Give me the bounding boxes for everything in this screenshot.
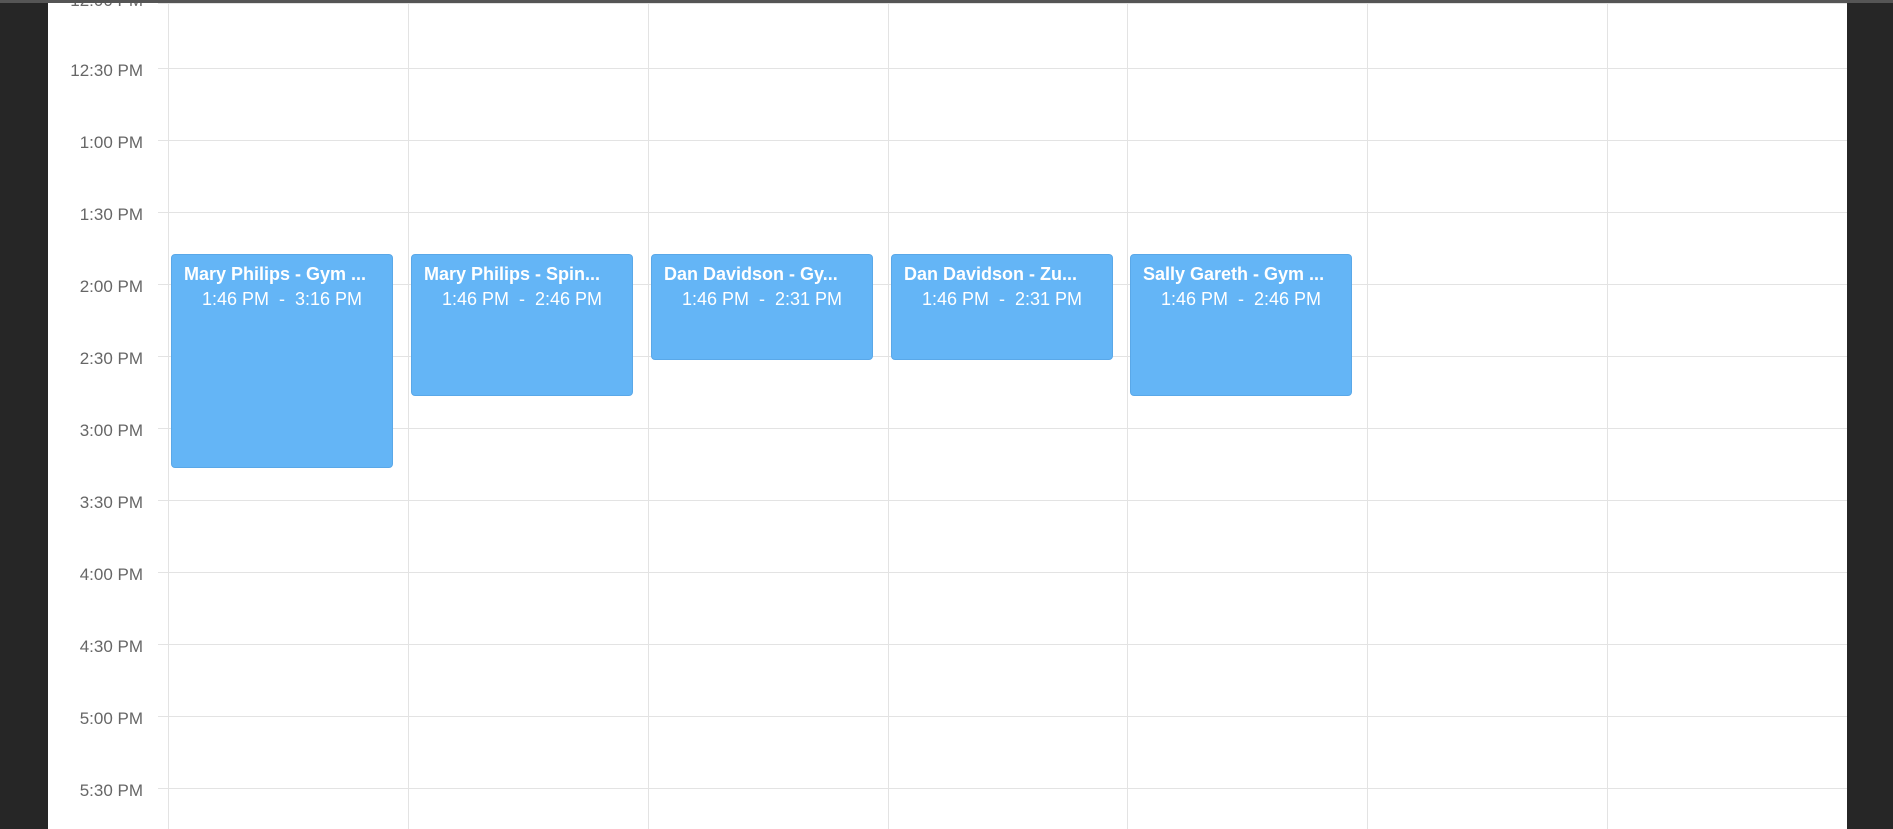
calendar-event[interactable]: Mary Philips - Gym ... 1:46 PM - 3:16 PM	[171, 254, 393, 468]
time-label: 3:30 PM	[79, 493, 143, 512]
grid-line-horizontal	[158, 68, 1847, 69]
grid-line-horizontal	[158, 140, 1847, 141]
grid-line-horizontal	[158, 3, 1847, 4]
time-label: 12:00 PM	[48, 3, 143, 11]
time-label: 5:30 PM	[79, 781, 143, 800]
grid-line-horizontal	[158, 644, 1847, 645]
time-label: 5:00 PM	[79, 709, 143, 728]
grid-line-horizontal	[158, 428, 1847, 429]
time-label: 1:30 PM	[79, 205, 143, 224]
time-label: 2:00 PM	[79, 277, 143, 296]
time-label: 12:30 PM	[70, 61, 143, 80]
day-column-divider	[1607, 3, 1608, 829]
event-title: Sally Gareth - Gym ...	[1143, 264, 1325, 284]
grid-line-horizontal	[158, 500, 1847, 501]
calendar-event[interactable]: Dan Davidson - Zu... 1:46 PM - 2:31 PM	[891, 254, 1113, 360]
grid-line-horizontal	[158, 716, 1847, 717]
event-time: 1:46 PM - 2:46 PM	[1160, 289, 1322, 309]
day-column-divider	[888, 3, 889, 829]
day-column-divider	[1367, 3, 1368, 829]
calendar-event[interactable]: Dan Davidson - Gy... 1:46 PM - 2:31 PM	[651, 254, 873, 360]
event-time: 1:46 PM - 2:46 PM	[441, 289, 603, 309]
event-time: 1:46 PM - 3:16 PM	[201, 289, 363, 309]
event-time: 1:46 PM - 2:31 PM	[921, 289, 1083, 309]
day-column-divider	[408, 3, 409, 829]
calendar-week-grid: 12:00 PM 12:30 PM 1:00 PM 1:30 PM 2:00 P…	[48, 3, 1847, 829]
day-column-divider	[648, 3, 649, 829]
grid-line-horizontal	[158, 212, 1847, 213]
time-label: 1:00 PM	[79, 133, 143, 152]
calendar-event[interactable]: Sally Gareth - Gym ... 1:46 PM - 2:46 PM	[1130, 254, 1352, 396]
time-label: 3:00 PM	[79, 421, 143, 440]
time-label: 4:00 PM	[79, 565, 143, 584]
event-time: 1:46 PM - 2:31 PM	[681, 289, 843, 309]
event-title: Mary Philips - Gym ...	[184, 264, 367, 284]
grid-line-horizontal	[158, 572, 1847, 573]
day-column-divider	[168, 3, 169, 829]
day-column-divider	[1127, 3, 1128, 829]
event-title: Dan Davidson - Gy...	[664, 264, 838, 284]
event-title: Dan Davidson - Zu...	[904, 264, 1078, 284]
grid-line-horizontal	[158, 788, 1847, 789]
calendar-event[interactable]: Mary Philips - Spin... 1:46 PM - 2:46 PM	[411, 254, 633, 396]
time-label: 4:30 PM	[79, 637, 143, 656]
event-title: Mary Philips - Spin...	[424, 264, 601, 284]
time-label: 2:30 PM	[79, 349, 143, 368]
